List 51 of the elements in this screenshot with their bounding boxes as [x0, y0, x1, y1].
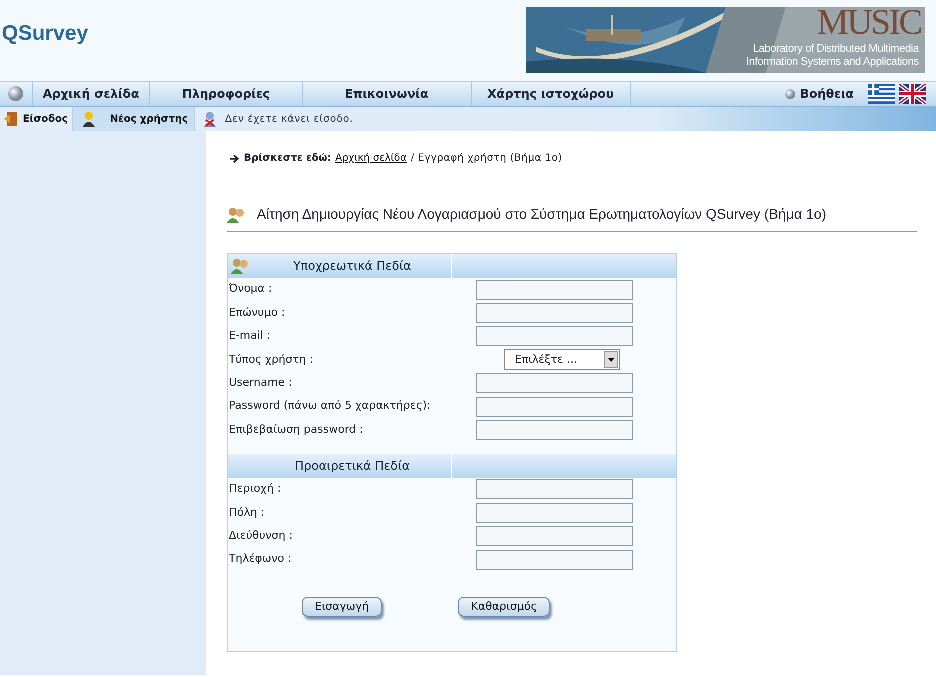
input-field[interactable] — [476, 326, 633, 346]
field-label: Επιβεβαίωση password : — [228, 422, 364, 438]
section-title: Προαιρετικά Πεδία — [294, 458, 411, 475]
user-error-icon — [203, 111, 218, 127]
input-field[interactable] — [476, 420, 633, 440]
field-label: Περιοχή : — [228, 481, 282, 498]
field-label: Επώνυμο : — [228, 304, 286, 321]
field-label: Διεύθυνση : — [228, 528, 294, 544]
login-status: Δεν έχετε κάνει είσοδο. — [225, 112, 354, 126]
orb-icon — [785, 88, 796, 100]
orb-icon — [8, 86, 24, 102]
site-title: QSurvey — [2, 21, 88, 47]
field-label: Τηλέφωνο : — [228, 551, 293, 568]
field-label: E-mail : — [228, 328, 272, 344]
uk-flag-icon[interactable] — [899, 84, 926, 104]
field-label: Password (πάνω από 5 χαρακτήρες): — [228, 398, 432, 414]
input-field[interactable] — [476, 396, 633, 417]
input-field[interactable] — [476, 373, 633, 394]
banner-text: Laboratory of Distributed Multimedia — [753, 43, 919, 56]
arrow-icon — [230, 154, 240, 162]
input-field[interactable] — [476, 526, 633, 546]
help-link[interactable]: Βοήθεια — [785, 82, 854, 106]
users-icon — [227, 206, 247, 222]
breadcrumb-link[interactable]: Αρχική σελίδα — [335, 151, 407, 166]
banner-logo-text: MUSIC — [816, 7, 921, 40]
field-label: Πόλη : — [228, 504, 266, 521]
breadcrumb-label: Βρίσκεστε εδώ: — [244, 152, 332, 166]
caret-icon — [608, 358, 614, 362]
menu-link[interactable]: Χάρτης ιστοχώρου — [472, 82, 632, 106]
page-title: Αίτηση Δημιουργίας Νέου Λογαριασμού στο Σύστημα Ερωτηματολογίων QSurvey (Βήμα 1ο) — [257, 205, 826, 224]
input-field[interactable] — [476, 550, 633, 570]
field-label: Τύπος χρήστη : — [228, 352, 314, 368]
banner-text: Information Systems and Applications — [746, 56, 919, 69]
form-button[interactable]: Καθαρισμός — [458, 597, 550, 618]
user-icon — [81, 111, 98, 127]
field-label: Όνομα : — [228, 281, 274, 298]
menu-link[interactable]: Αρχική σελίδα — [33, 82, 150, 106]
section-title: Υποχρεωτικά Πεδία — [292, 258, 412, 275]
breadcrumb-current: / Εγγραφή χρήστη (Βήμα 1ο) — [411, 152, 563, 166]
input-field[interactable] — [476, 479, 633, 500]
form-button[interactable]: Εισαγωγή — [302, 597, 382, 618]
input-field[interactable] — [476, 303, 633, 324]
menu-link[interactable]: Πληροφορίες — [150, 82, 304, 106]
menu-link[interactable]: Επικοινωνία — [303, 82, 472, 106]
user-type-dropdown[interactable]: Επιλέξτε ... — [504, 349, 620, 370]
input-field[interactable] — [476, 502, 633, 523]
door-icon — [4, 111, 20, 127]
field-label: Username : — [228, 375, 294, 391]
greek-flag-icon[interactable] — [868, 84, 895, 104]
input-field[interactable] — [476, 280, 633, 300]
user-menu-link[interactable]: Νέος χρήστης — [73, 107, 196, 131]
